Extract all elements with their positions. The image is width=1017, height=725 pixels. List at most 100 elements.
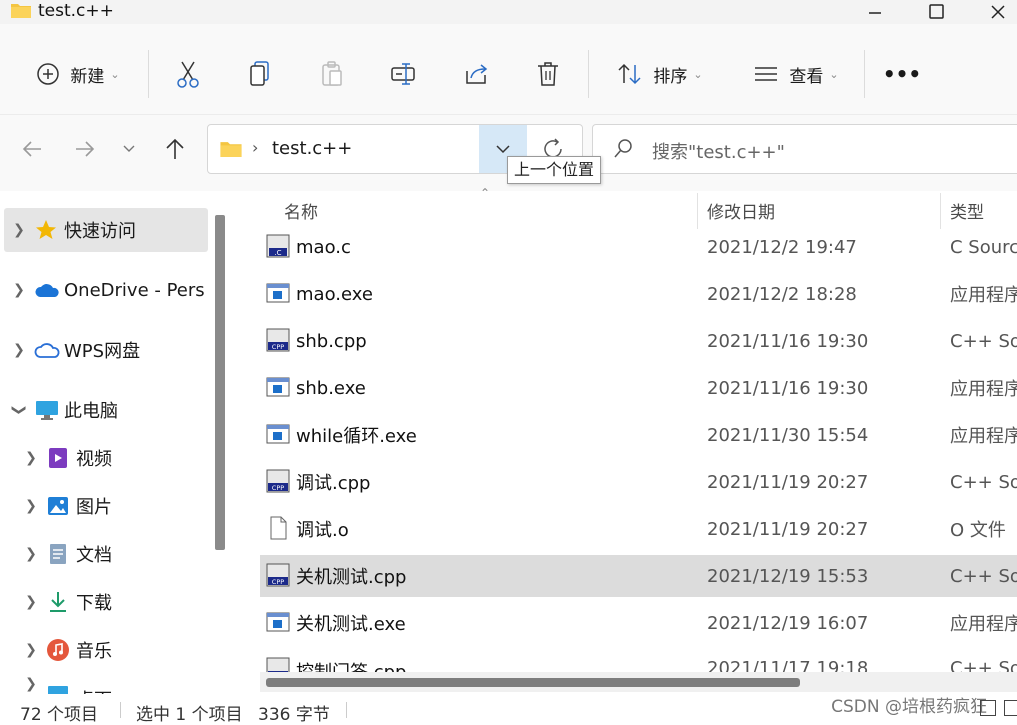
file-date: 2021/12/19 15:53: [707, 565, 869, 587]
file-name: 关机测试.exe: [296, 614, 406, 635]
file-date: 2021/12/2 18:28: [707, 283, 857, 305]
column-header-date[interactable]: 修改日期: [707, 198, 775, 223]
maximize-button[interactable]: [907, 0, 967, 24]
rename-button[interactable]: [384, 40, 424, 108]
horizontal-scrollbar-thumb[interactable]: [266, 678, 800, 687]
up-button[interactable]: [158, 132, 192, 166]
sidebar-item-label: 此电脑: [64, 401, 118, 422]
minimize-button[interactable]: [845, 0, 905, 24]
close-button[interactable]: [978, 0, 1017, 24]
arrow-left-icon: [22, 141, 41, 157]
chevron-right-icon: ❯: [13, 222, 25, 238]
file-name: 关机测试.cpp: [296, 567, 407, 588]
file-date: 2021/12/19 16:07: [707, 612, 869, 634]
file-type: 应用程序: [950, 426, 1017, 447]
desktop-icon: [48, 686, 68, 694]
file-name: 调试.cpp: [296, 473, 371, 494]
star-icon: [36, 220, 56, 239]
back-button[interactable]: [15, 132, 49, 166]
column-header-type[interactable]: 类型: [950, 198, 984, 223]
cpp-source-icon: CPP: [266, 328, 290, 352]
file-row[interactable]: .C mao.c 2021/12/2 19:47 C Source: [260, 226, 1017, 268]
cpp-source-icon: CPP: [266, 469, 290, 493]
file-date: 2021/11/19 20:27: [707, 518, 869, 540]
sidebar-item-pictures[interactable]: ❯ 图片: [16, 484, 220, 528]
sidebar-item-onedrive[interactable]: ❯ OneDrive - Pers: [4, 268, 208, 312]
paste-button[interactable]: [312, 40, 352, 108]
maximize-icon: [929, 4, 944, 19]
copy-button[interactable]: [240, 40, 280, 108]
chevron-down-icon: ⌄: [110, 67, 120, 81]
delete-button[interactable]: [528, 40, 568, 108]
view-button[interactable]: 查看 ⌄: [744, 40, 848, 108]
sort-button[interactable]: 排序 ⌄: [608, 40, 712, 108]
file-type: C++ Source: [950, 658, 1017, 672]
close-icon: [990, 5, 1005, 19]
chevron-right-icon: ❯: [25, 498, 37, 514]
file-type: C++ Source: [950, 565, 1017, 587]
file-row-selected[interactable]: CPP 关机测试.cpp 2021/12/19 15:53 C++ Source: [260, 555, 1017, 597]
folder-icon: [11, 4, 31, 18]
document-icon: [50, 544, 66, 564]
exe-icon: [266, 424, 290, 444]
sidebar-scrollbar[interactable]: [215, 215, 225, 550]
tiles-view-icon[interactable]: [1004, 700, 1017, 716]
file-type: C++ Source: [950, 330, 1017, 352]
file-name: shb.exe: [296, 377, 366, 399]
paste-icon: [322, 61, 342, 86]
sidebar-item-label: 快速访问: [64, 221, 136, 242]
sidebar-item-wps[interactable]: ❯ WPS网盘: [4, 328, 208, 372]
file-type: 应用程序: [950, 379, 1017, 400]
file-name: 控制门答.cpp: [296, 658, 406, 672]
sidebar-item-label: 文档: [76, 545, 112, 566]
status-selection: 选中 1 个项目: [136, 705, 243, 725]
file-type: C++ Source: [950, 471, 1017, 493]
sidebar-item-downloads[interactable]: ❯ 下载: [16, 580, 220, 624]
file-date: 2021/11/17 19:18: [707, 658, 869, 672]
breadcrumb-segment[interactable]: test.c++: [272, 138, 352, 159]
chevron-down-icon: [123, 145, 135, 152]
file-row[interactable]: shb.exe 2021/11/16 19:30 应用程序: [260, 367, 1017, 409]
column-divider[interactable]: [697, 193, 698, 229]
recent-locations-button[interactable]: [112, 132, 146, 166]
details-view-icon[interactable]: [980, 700, 996, 716]
file-row[interactable]: 调试.o 2021/11/19 20:27 O 文件: [260, 508, 1017, 550]
sidebar-item-label: OneDrive - Pers: [64, 279, 205, 301]
sidebar-item-label: 下载: [76, 593, 112, 614]
search-input[interactable]: 搜索"test.c++": [652, 138, 785, 164]
forward-button[interactable]: [68, 132, 102, 166]
file-row[interactable]: CPP shb.cpp 2021/11/16 19:30 C++ Source: [260, 320, 1017, 362]
file-row[interactable]: mao.exe 2021/12/2 18:28 应用程序: [260, 273, 1017, 315]
arrow-up-icon: [166, 138, 184, 159]
column-divider[interactable]: [940, 193, 941, 229]
cut-button[interactable]: [168, 40, 208, 108]
sidebar-item-label: 音乐: [76, 641, 112, 662]
more-icon: •••: [882, 62, 922, 86]
exe-icon: [266, 377, 290, 397]
share-icon: [466, 64, 488, 84]
download-icon: [50, 592, 66, 612]
sidebar-item-documents[interactable]: ❯ 文档: [16, 532, 220, 576]
file-row[interactable]: 控制门答.cpp 2021/11/17 19:18 C++ Source: [260, 649, 1017, 672]
sidebar-item-label: 视频: [76, 449, 112, 470]
sidebar-item-quick-access[interactable]: ❯ 快速访问: [4, 208, 208, 252]
file-row[interactable]: CPP 调试.cpp 2021/11/19 20:27 C++ Source: [260, 461, 1017, 503]
sidebar-item-videos[interactable]: ❯ 视频: [16, 436, 220, 480]
sidebar-item-this-pc[interactable]: ❯ 此电脑: [4, 388, 208, 432]
toolbar-divider: [588, 50, 589, 98]
file-row[interactable]: 关机测试.exe 2021/12/19 16:07 应用程序: [260, 602, 1017, 644]
file-date: 2021/11/16 19:30: [707, 377, 869, 399]
share-button[interactable]: [456, 40, 496, 108]
svg-text:.C: .C: [274, 249, 281, 257]
more-options-button[interactable]: •••: [880, 40, 924, 108]
sidebar-item-desktop[interactable]: ❯ 桌面: [16, 676, 220, 694]
file-date: 2021/11/16 19:30: [707, 330, 869, 352]
new-button[interactable]: 新建 ⌄: [28, 40, 128, 108]
view-button-label: 查看: [789, 66, 824, 87]
column-header-name[interactable]: 名称: [284, 198, 318, 223]
sidebar-item-label: 图片: [76, 497, 112, 518]
status-divider: [346, 702, 347, 718]
status-item-count: 72 个项目: [20, 705, 99, 725]
file-row[interactable]: while循环.exe 2021/11/30 15:54 应用程序: [260, 414, 1017, 456]
sidebar-item-music[interactable]: ❯ 音乐: [16, 628, 220, 672]
